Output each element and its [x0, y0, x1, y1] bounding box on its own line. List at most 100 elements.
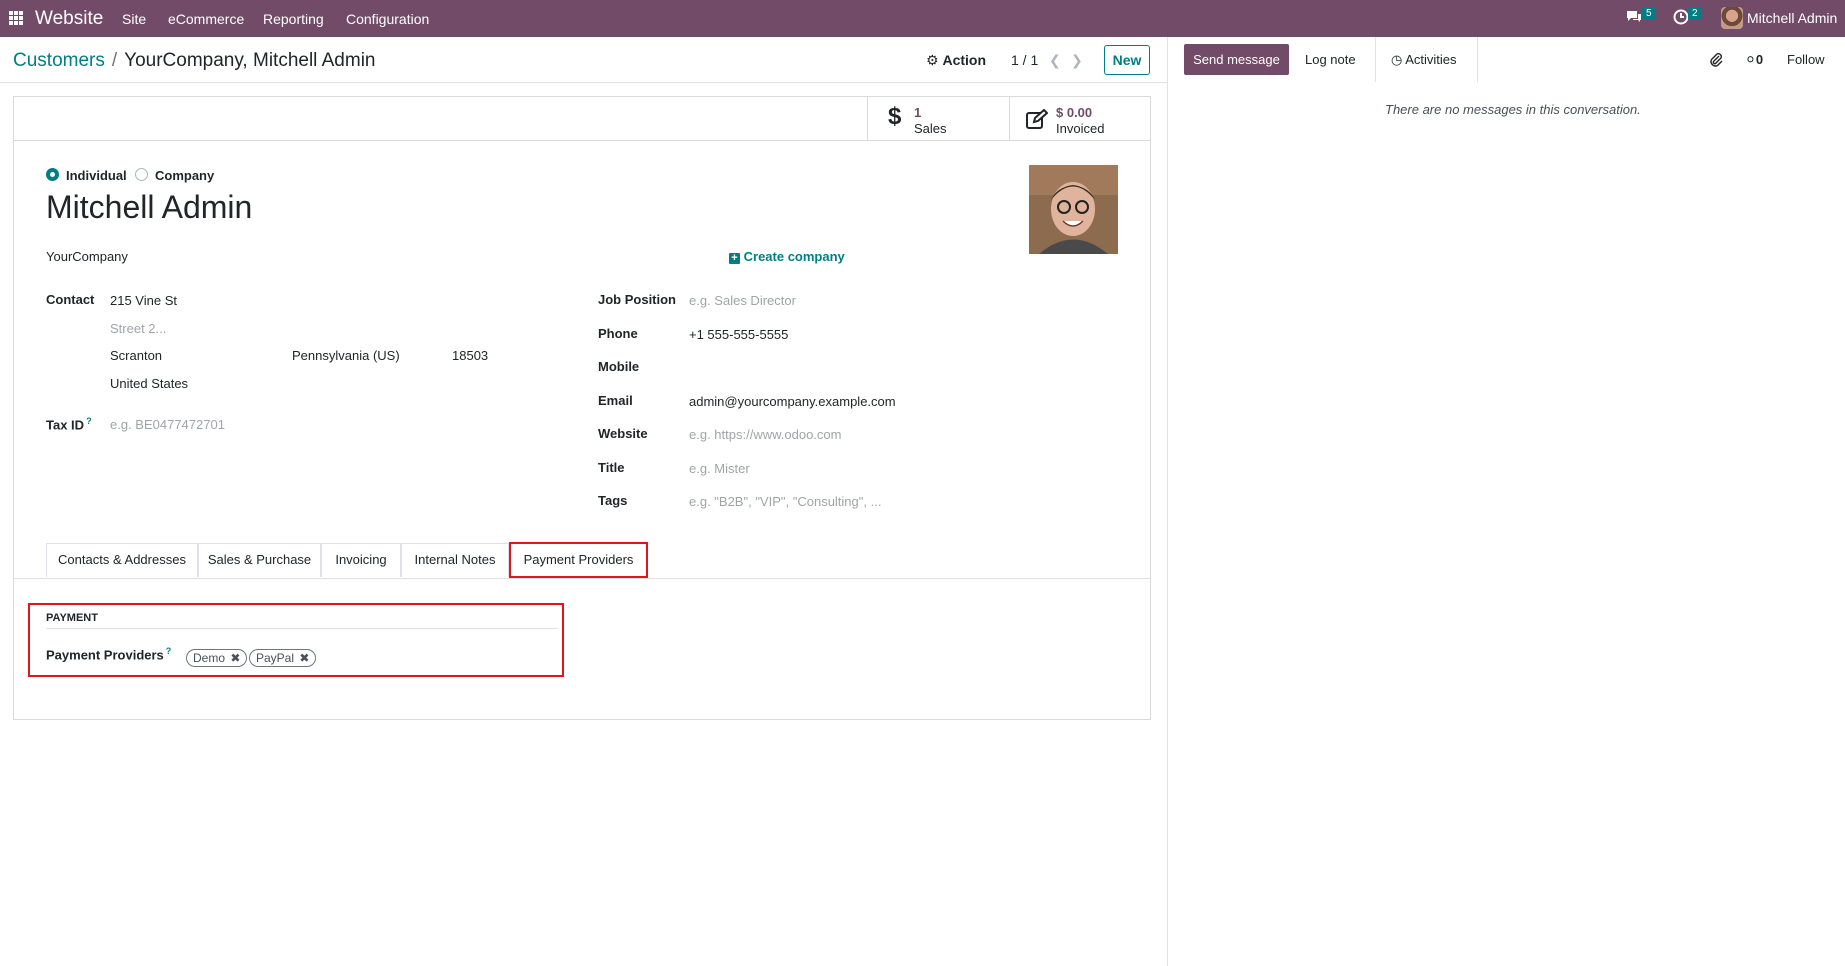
remove-tag-icon[interactable]: ✖ — [230, 651, 240, 665]
partner-name[interactable]: Mitchell Admin — [46, 189, 252, 226]
company-radio[interactable] — [135, 168, 148, 181]
mobile-field[interactable] — [689, 359, 989, 375]
country-field[interactable]: United States — [110, 376, 188, 391]
pager-value[interactable]: 1 / 1 — [1011, 52, 1038, 68]
sales-stat-value: 1 — [914, 105, 922, 120]
provider-tag-label: Demo — [193, 651, 226, 665]
tax-id-label: Tax ID? — [46, 416, 92, 432]
dollar-icon: $ — [888, 103, 902, 130]
activities-badge: 2 — [1688, 7, 1702, 20]
email-field[interactable]: admin@yourcompany.example.com — [689, 394, 896, 409]
messages-icon[interactable] — [1625, 9, 1643, 28]
chatter-divider — [1167, 37, 1168, 966]
tax-id-field[interactable]: e.g. BE0477472701 — [110, 417, 225, 432]
log-note-button[interactable]: Log note — [1305, 52, 1356, 67]
chatter-separator — [1477, 37, 1478, 82]
provider-tag-paypal: PayPal ✖ — [249, 649, 317, 667]
menu-configuration[interactable]: Configuration — [346, 11, 429, 27]
mobile-label: Mobile — [598, 359, 640, 374]
title-field[interactable]: e.g. Mister — [689, 461, 750, 476]
state-field[interactable]: Pennsylvania (US) — [292, 348, 400, 363]
action-menu[interactable]: ⚙ Action — [926, 52, 986, 69]
tax-id-help-icon[interactable]: ? — [86, 416, 92, 426]
app-name[interactable]: Website — [35, 8, 103, 30]
tab-payment-providers[interactable]: Payment Providers — [509, 542, 648, 578]
form-sheet: $ 1 Sales $ 0.00 Invoiced Individual Com… — [13, 96, 1151, 720]
top-navbar: Website Site eCommerce Reporting Configu… — [0, 0, 1845, 37]
stat-button-box: $ 1 Sales $ 0.00 Invoiced — [14, 97, 1150, 141]
payment-section-divider — [46, 628, 558, 629]
tab-internal-notes[interactable]: Internal Notes — [401, 543, 509, 577]
website-field[interactable]: e.g. https://www.odoo.com — [689, 427, 841, 442]
plus-square-icon: + — [729, 253, 740, 264]
job-position-label: Job Position — [598, 292, 676, 307]
tab-sales-purchase[interactable]: Sales & Purchase — [198, 543, 321, 577]
website-label: Website — [598, 426, 648, 441]
remove-tag-icon[interactable]: ✖ — [299, 651, 309, 665]
phone-field[interactable]: +1 555-555-5555 — [689, 327, 788, 342]
contact-label: Contact — [46, 292, 95, 307]
title-label: Title — [598, 460, 625, 475]
provider-tag-demo: Demo ✖ — [186, 649, 248, 667]
send-message-button[interactable]: Send message — [1184, 44, 1289, 75]
chatter-separator — [1375, 37, 1376, 82]
gear-icon: ⚙ — [926, 52, 939, 68]
followers-button[interactable]: ⚪0 — [1745, 52, 1763, 68]
city-field[interactable]: Scranton — [110, 348, 162, 363]
menu-ecommerce[interactable]: eCommerce — [168, 11, 244, 27]
user-icon: ⚪ — [1745, 52, 1756, 67]
breadcrumb-customers[interactable]: Customers — [13, 50, 105, 71]
activities-label: Activities — [1405, 52, 1457, 67]
empty-conversation-text: There are no messages in this conversati… — [1385, 102, 1641, 117]
tab-contacts-addresses[interactable]: Contacts & Addresses — [46, 543, 198, 577]
sales-stat-label: Sales — [914, 121, 947, 136]
sales-stat-button[interactable]: $ 1 Sales — [867, 97, 1009, 140]
tags-label: Tags — [598, 493, 628, 508]
invoiced-stat-value: $ 0.00 — [1056, 105, 1093, 120]
activities-button[interactable]: ◷ Activities — [1391, 52, 1457, 68]
pager-previous-icon[interactable]: ❮ — [1049, 52, 1061, 69]
user-avatar[interactable] — [1721, 7, 1743, 29]
menu-reporting[interactable]: Reporting — [263, 11, 324, 27]
invoiced-stat-label: Invoiced — [1056, 121, 1105, 136]
follow-button[interactable]: Follow — [1787, 52, 1825, 67]
create-company-link[interactable]: + Create company — [729, 249, 845, 264]
breadcrumb-current: YourCompany, Mitchell Admin — [124, 50, 376, 71]
paperclip-icon[interactable] — [1709, 52, 1723, 71]
tab-invoicing[interactable]: Invoicing — [321, 543, 401, 577]
zip-field[interactable]: 18503 — [452, 348, 488, 363]
notebook-divider — [14, 578, 1150, 579]
create-company-label: Create company — [743, 249, 845, 264]
partner-photo[interactable] — [1029, 165, 1118, 254]
activities-clock-icon[interactable] — [1673, 9, 1689, 28]
user-name[interactable]: Mitchell Admin — [1747, 10, 1837, 26]
street-field[interactable]: 215 Vine St — [110, 293, 177, 308]
payment-providers-label-text: Payment Providers — [46, 647, 164, 663]
breadcrumb-separator: / — [111, 50, 118, 71]
individual-radio[interactable] — [46, 168, 59, 181]
apps-menu-icon[interactable] — [9, 11, 23, 25]
job-position-field[interactable]: e.g. Sales Director — [689, 293, 796, 308]
payment-providers-help-icon[interactable]: ? — [166, 646, 172, 656]
payment-section-title: PAYMENT — [46, 612, 98, 624]
company-label[interactable]: Company — [155, 168, 214, 183]
control-panel-divider — [0, 82, 1167, 83]
action-label: Action — [942, 52, 987, 68]
individual-label[interactable]: Individual — [66, 168, 127, 183]
tax-id-label-text: Tax ID — [46, 417, 85, 433]
phone-label: Phone — [598, 326, 638, 341]
email-label: Email — [598, 393, 633, 408]
invoiced-stat-button[interactable]: $ 0.00 Invoiced — [1009, 97, 1150, 140]
new-button[interactable]: New — [1104, 45, 1150, 75]
pencil-square-icon — [1026, 108, 1049, 133]
breadcrumb: Customers / YourCompany, Mitchell Admin — [13, 50, 375, 72]
messages-badge: 5 — [1642, 7, 1656, 20]
tags-field[interactable]: e.g. "B2B", "VIP", "Consulting", ... — [689, 494, 881, 509]
menu-site[interactable]: Site — [122, 11, 146, 27]
provider-tag-label: PayPal — [256, 651, 295, 665]
street2-field[interactable]: Street 2... — [110, 321, 166, 336]
clock-icon: ◷ — [1391, 52, 1403, 67]
parent-company-field[interactable]: YourCompany — [46, 249, 128, 264]
pager-next-icon[interactable]: ❯ — [1071, 52, 1083, 69]
followers-count: 0 — [1755, 52, 1764, 67]
